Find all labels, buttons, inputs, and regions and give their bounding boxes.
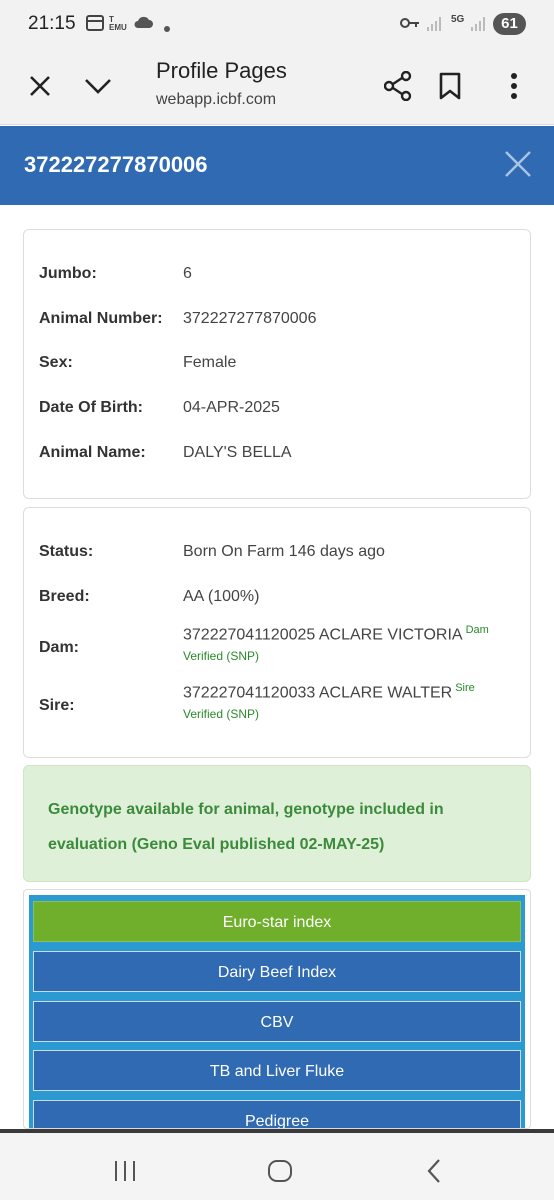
genotype-message: Genotype available for animal, genotype … (48, 801, 444, 853)
key-icon (400, 17, 420, 32)
cloud-icon (133, 14, 153, 33)
lineage-card: Status: Born On Farm 146 days ago Breed:… (23, 507, 531, 758)
bookmark-icon[interactable] (430, 66, 470, 106)
menu-item-pedigree[interactable]: Pedigree (33, 1100, 521, 1128)
profile-menu: Euro-star index Dairy Beef Index CBV TB … (23, 889, 531, 1129)
sire-value[interactable]: 372227041120033 ACLARE WALTER (183, 684, 452, 701)
breed-value: AA (100%) (183, 588, 260, 605)
sire-tag: Sire (455, 682, 475, 694)
sire-verified-badge: Verified (SNP) (183, 707, 260, 721)
date-of-birth-label: Date Of Birth: (39, 399, 143, 416)
sire-link[interactable]: 372227041120033 ACLARE WALTER Sire (183, 682, 475, 702)
genotype-alert: Genotype available for animal, genotype … (23, 765, 531, 882)
signal-icon-2 (470, 16, 486, 35)
animal-number-label: Animal Number: (39, 310, 163, 327)
app-header: 372227277870006 (0, 126, 554, 205)
sire-label: Sire: (39, 697, 75, 714)
temu-icon: T EMU (109, 15, 127, 32)
animal-name-label: Animal Name: (39, 444, 146, 461)
close-tab-icon[interactable] (20, 66, 60, 106)
breed-label: Breed: (39, 588, 90, 605)
status-label: Status: (39, 543, 94, 560)
menu-item-dairy-beef-index[interactable]: Dairy Beef Index (33, 951, 521, 992)
menu-item-cbv[interactable]: CBV (33, 1001, 521, 1042)
more-options-icon[interactable] (494, 66, 534, 106)
dam-link[interactable]: 372227041120025 ACLARE VICTORIA Dam (183, 624, 489, 644)
page-title: Profile Pages (156, 58, 287, 83)
dam-tag: Dam (465, 624, 489, 636)
status-value: Born On Farm 146 days ago (183, 543, 385, 560)
browser-toolbar: Profile Pages webapp.icbf.com (0, 50, 554, 125)
animal-number-value: 372227277870006 (183, 310, 317, 327)
battery-indicator: 61 (493, 13, 526, 35)
identity-card: Jumbo: 6 Animal Number: 372227277870006 … (23, 229, 531, 499)
date-of-birth-value: 04-APR-2025 (183, 399, 280, 416)
recent-apps-icon[interactable] (105, 1151, 145, 1191)
dam-label: Dam: (39, 639, 80, 656)
status-bar: 21:15 T EMU 5G 61 (0, 0, 554, 50)
back-icon[interactable] (414, 1151, 454, 1191)
signal-icon (426, 16, 442, 35)
sex-value: Female (183, 354, 237, 371)
menu-item-euro-star-index[interactable]: Euro-star index (33, 901, 521, 942)
chevron-down-icon[interactable] (78, 66, 118, 106)
status-time: 21:15 (28, 13, 76, 34)
calendar-icon (86, 14, 104, 35)
share-icon[interactable] (378, 66, 418, 106)
animal-id-title: 372227277870006 (24, 152, 208, 177)
dam-value[interactable]: 372227041120025 ACLARE VICTORIA (183, 626, 463, 643)
dot-icon (164, 20, 170, 35)
page-url[interactable]: webapp.icbf.com (156, 91, 276, 109)
network-type: 5G (451, 14, 465, 25)
dam-verified-badge: Verified (SNP) (183, 649, 260, 663)
menu-item-tb-and-liver-fluke[interactable]: TB and Liver Fluke (33, 1050, 521, 1091)
close-icon[interactable] (502, 148, 534, 185)
jumbo-value: 6 (183, 265, 192, 282)
animal-name-value: DALY'S BELLA (183, 444, 292, 461)
sex-label: Sex: (39, 354, 73, 371)
home-icon[interactable] (260, 1151, 300, 1191)
jumbo-label: Jumbo: (39, 265, 97, 282)
system-nav-bar (0, 1129, 554, 1200)
profile-menu-panel: Euro-star index Dairy Beef Index CBV TB … (29, 895, 525, 1128)
